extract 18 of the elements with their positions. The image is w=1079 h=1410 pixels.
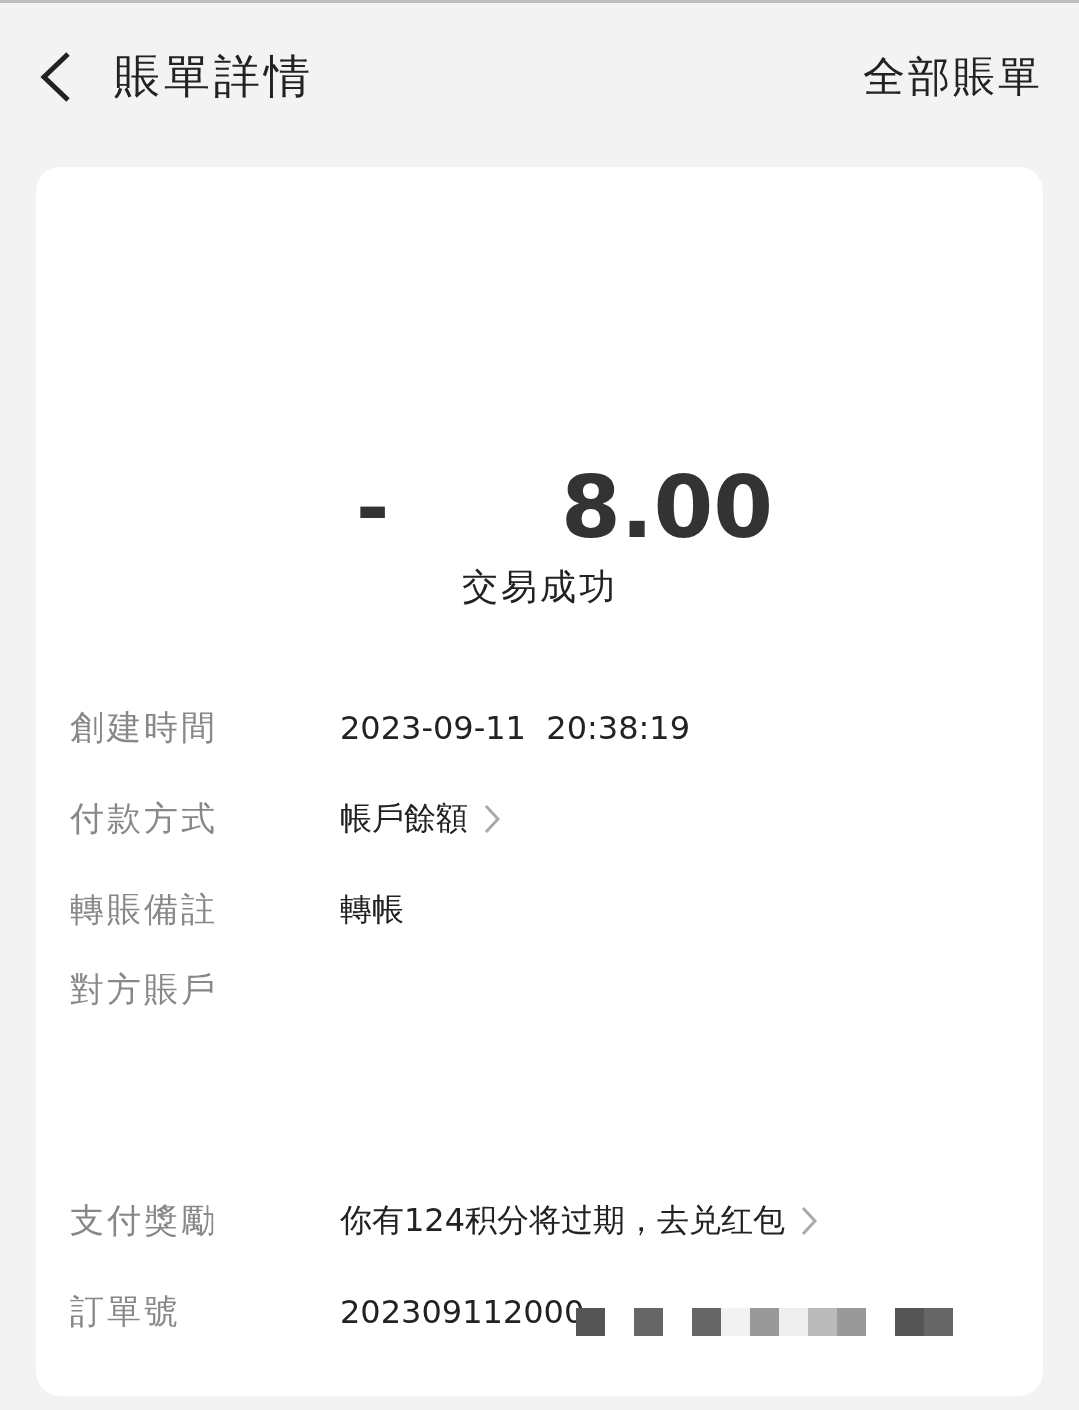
- chevron-right-icon: [484, 803, 500, 834]
- amount: 8.00: [560, 457, 774, 557]
- detail-link[interactable]: 你有124积分将过期，去兑红包: [340, 1198, 786, 1243]
- detail-label: 訂單號: [70, 1289, 182, 1333]
- detail-label: 付款方式: [70, 796, 219, 840]
- detail-value: 2023-09-11 20:38:19: [340, 708, 691, 747]
- detail-value: 轉帳: [340, 888, 404, 930]
- detail-label: 支付獎勵: [70, 1198, 219, 1242]
- minus-sign: -: [355, 460, 391, 554]
- detail-label: 轉賬備註: [70, 887, 219, 931]
- detail-value: 202309112000: [340, 1292, 585, 1331]
- all-bills-link[interactable]: 全部賬單: [863, 48, 1043, 105]
- page-title: 賬單詳情: [114, 47, 315, 105]
- detail-label: 對方賬戶: [70, 968, 219, 1011]
- detail-link[interactable]: 帳戶餘額: [340, 796, 468, 841]
- detail-label: 創建時間: [70, 705, 219, 749]
- transaction-status: 交易成功: [460, 565, 619, 609]
- chevron-right-icon: [801, 1205, 818, 1236]
